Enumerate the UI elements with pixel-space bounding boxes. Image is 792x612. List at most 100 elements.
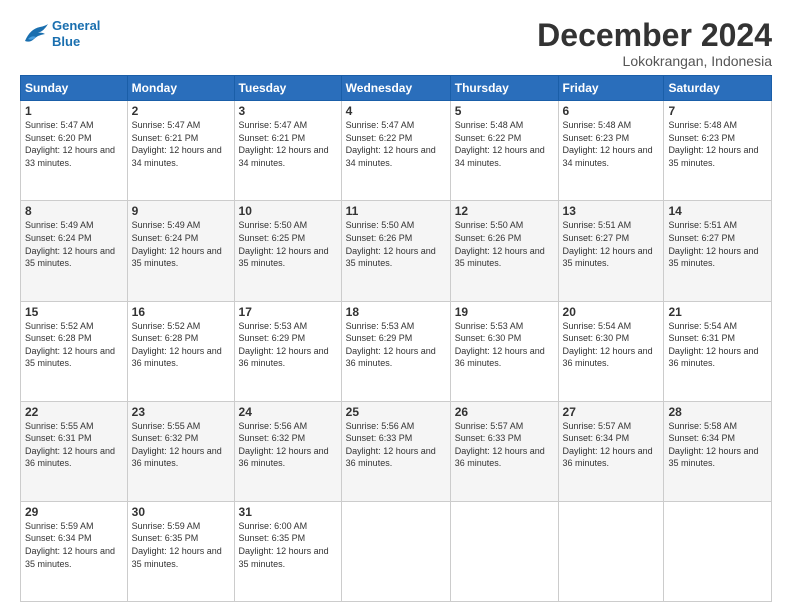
- day-cell: 7Sunrise: 5:48 AMSunset: 6:23 PMDaylight…: [664, 101, 772, 201]
- day-cell: 5Sunrise: 5:48 AMSunset: 6:22 PMDaylight…: [450, 101, 558, 201]
- col-friday: Friday: [558, 76, 664, 101]
- day-number: 1: [25, 104, 123, 118]
- day-number: 25: [346, 405, 446, 419]
- day-info: Sunrise: 6:00 AMSunset: 6:35 PMDaylight:…: [239, 520, 337, 570]
- day-cell: 22Sunrise: 5:55 AMSunset: 6:31 PMDayligh…: [21, 401, 128, 501]
- day-number: 3: [239, 104, 337, 118]
- day-info: Sunrise: 5:53 AMSunset: 6:29 PMDaylight:…: [346, 320, 446, 370]
- day-number: 10: [239, 204, 337, 218]
- day-info: Sunrise: 5:56 AMSunset: 6:32 PMDaylight:…: [239, 420, 337, 470]
- day-cell: 12Sunrise: 5:50 AMSunset: 6:26 PMDayligh…: [450, 201, 558, 301]
- day-info: Sunrise: 5:57 AMSunset: 6:34 PMDaylight:…: [563, 420, 660, 470]
- title-block: December 2024 Lokokrangan, Indonesia: [537, 18, 772, 69]
- day-number: 20: [563, 305, 660, 319]
- day-cell: 16Sunrise: 5:52 AMSunset: 6:28 PMDayligh…: [127, 301, 234, 401]
- day-info: Sunrise: 5:51 AMSunset: 6:27 PMDaylight:…: [563, 219, 660, 269]
- month-title: December 2024: [537, 18, 772, 53]
- day-info: Sunrise: 5:52 AMSunset: 6:28 PMDaylight:…: [25, 320, 123, 370]
- day-number: 14: [668, 204, 767, 218]
- day-number: 19: [455, 305, 554, 319]
- day-number: 11: [346, 204, 446, 218]
- day-info: Sunrise: 5:48 AMSunset: 6:22 PMDaylight:…: [455, 119, 554, 169]
- day-cell: [664, 501, 772, 601]
- page: General Blue December 2024 Lokokrangan, …: [0, 0, 792, 612]
- day-info: Sunrise: 5:47 AMSunset: 6:21 PMDaylight:…: [132, 119, 230, 169]
- day-cell: 19Sunrise: 5:53 AMSunset: 6:30 PMDayligh…: [450, 301, 558, 401]
- location: Lokokrangan, Indonesia: [537, 53, 772, 69]
- day-cell: 26Sunrise: 5:57 AMSunset: 6:33 PMDayligh…: [450, 401, 558, 501]
- day-info: Sunrise: 5:48 AMSunset: 6:23 PMDaylight:…: [563, 119, 660, 169]
- week-row-5: 29Sunrise: 5:59 AMSunset: 6:34 PMDayligh…: [21, 501, 772, 601]
- logo-line2: Blue: [52, 34, 80, 49]
- day-info: Sunrise: 5:59 AMSunset: 6:34 PMDaylight:…: [25, 520, 123, 570]
- col-saturday: Saturday: [664, 76, 772, 101]
- day-cell: [558, 501, 664, 601]
- day-info: Sunrise: 5:47 AMSunset: 6:20 PMDaylight:…: [25, 119, 123, 169]
- day-number: 26: [455, 405, 554, 419]
- day-info: Sunrise: 5:55 AMSunset: 6:32 PMDaylight:…: [132, 420, 230, 470]
- day-number: 31: [239, 505, 337, 519]
- day-cell: 27Sunrise: 5:57 AMSunset: 6:34 PMDayligh…: [558, 401, 664, 501]
- day-info: Sunrise: 5:52 AMSunset: 6:28 PMDaylight:…: [132, 320, 230, 370]
- day-info: Sunrise: 5:54 AMSunset: 6:31 PMDaylight:…: [668, 320, 767, 370]
- day-cell: 29Sunrise: 5:59 AMSunset: 6:34 PMDayligh…: [21, 501, 128, 601]
- day-cell: 10Sunrise: 5:50 AMSunset: 6:25 PMDayligh…: [234, 201, 341, 301]
- day-cell: 6Sunrise: 5:48 AMSunset: 6:23 PMDaylight…: [558, 101, 664, 201]
- day-info: Sunrise: 5:53 AMSunset: 6:30 PMDaylight:…: [455, 320, 554, 370]
- calendar: Sunday Monday Tuesday Wednesday Thursday…: [20, 75, 772, 602]
- day-info: Sunrise: 5:58 AMSunset: 6:34 PMDaylight:…: [668, 420, 767, 470]
- col-sunday: Sunday: [21, 76, 128, 101]
- day-number: 6: [563, 104, 660, 118]
- logo-text: General Blue: [52, 18, 100, 49]
- day-info: Sunrise: 5:51 AMSunset: 6:27 PMDaylight:…: [668, 219, 767, 269]
- col-wednesday: Wednesday: [341, 76, 450, 101]
- header: General Blue December 2024 Lokokrangan, …: [20, 18, 772, 69]
- day-cell: 28Sunrise: 5:58 AMSunset: 6:34 PMDayligh…: [664, 401, 772, 501]
- day-cell: [341, 501, 450, 601]
- day-cell: 21Sunrise: 5:54 AMSunset: 6:31 PMDayligh…: [664, 301, 772, 401]
- day-cell: 20Sunrise: 5:54 AMSunset: 6:30 PMDayligh…: [558, 301, 664, 401]
- day-number: 29: [25, 505, 123, 519]
- day-number: 21: [668, 305, 767, 319]
- day-number: 8: [25, 204, 123, 218]
- day-info: Sunrise: 5:50 AMSunset: 6:26 PMDaylight:…: [346, 219, 446, 269]
- col-thursday: Thursday: [450, 76, 558, 101]
- week-row-2: 8 Sunrise: 5:49 AMSunset: 6:24 PMDaylight…: [21, 201, 772, 301]
- col-tuesday: Tuesday: [234, 76, 341, 101]
- day-cell: 24Sunrise: 5:56 AMSunset: 6:32 PMDayligh…: [234, 401, 341, 501]
- calendar-header-row: Sunday Monday Tuesday Wednesday Thursday…: [21, 76, 772, 101]
- day-cell: 14Sunrise: 5:51 AMSunset: 6:27 PMDayligh…: [664, 201, 772, 301]
- week-row-3: 15Sunrise: 5:52 AMSunset: 6:28 PMDayligh…: [21, 301, 772, 401]
- day-info: Sunrise: 5:48 AMSunset: 6:23 PMDaylight:…: [668, 119, 767, 169]
- day-info: Sunrise: 5:49 AMSunset: 6:24 PMDaylight:…: [132, 219, 230, 269]
- day-number: 4: [346, 104, 446, 118]
- day-cell: 1Sunrise: 5:47 AMSunset: 6:20 PMDaylight…: [21, 101, 128, 201]
- week-row-4: 22Sunrise: 5:55 AMSunset: 6:31 PMDayligh…: [21, 401, 772, 501]
- day-number: 13: [563, 204, 660, 218]
- day-number: 7: [668, 104, 767, 118]
- col-monday: Monday: [127, 76, 234, 101]
- day-info: Sunrise: 5:57 AMSunset: 6:33 PMDaylight:…: [455, 420, 554, 470]
- day-number: 28: [668, 405, 767, 419]
- logo: General Blue: [20, 18, 100, 49]
- day-cell: 30Sunrise: 5:59 AMSunset: 6:35 PMDayligh…: [127, 501, 234, 601]
- logo-icon: [20, 19, 50, 49]
- day-cell: 23Sunrise: 5:55 AMSunset: 6:32 PMDayligh…: [127, 401, 234, 501]
- day-cell: 9Sunrise: 5:49 AMSunset: 6:24 PMDaylight…: [127, 201, 234, 301]
- day-number: 17: [239, 305, 337, 319]
- day-info: Sunrise: 5:54 AMSunset: 6:30 PMDaylight:…: [563, 320, 660, 370]
- day-info: Sunrise: 5:50 AMSunset: 6:26 PMDaylight:…: [455, 219, 554, 269]
- day-cell: 13Sunrise: 5:51 AMSunset: 6:27 PMDayligh…: [558, 201, 664, 301]
- day-cell: [450, 501, 558, 601]
- day-cell: 17Sunrise: 5:53 AMSunset: 6:29 PMDayligh…: [234, 301, 341, 401]
- day-number: 12: [455, 204, 554, 218]
- day-number: 30: [132, 505, 230, 519]
- day-cell: 11Sunrise: 5:50 AMSunset: 6:26 PMDayligh…: [341, 201, 450, 301]
- day-number: 2: [132, 104, 230, 118]
- day-cell: 25Sunrise: 5:56 AMSunset: 6:33 PMDayligh…: [341, 401, 450, 501]
- day-number: 5: [455, 104, 554, 118]
- day-cell: 3Sunrise: 5:47 AMSunset: 6:21 PMDaylight…: [234, 101, 341, 201]
- week-row-1: 1Sunrise: 5:47 AMSunset: 6:20 PMDaylight…: [21, 101, 772, 201]
- day-info: Sunrise: 5:55 AMSunset: 6:31 PMDaylight:…: [25, 420, 123, 470]
- day-cell: 31Sunrise: 6:00 AMSunset: 6:35 PMDayligh…: [234, 501, 341, 601]
